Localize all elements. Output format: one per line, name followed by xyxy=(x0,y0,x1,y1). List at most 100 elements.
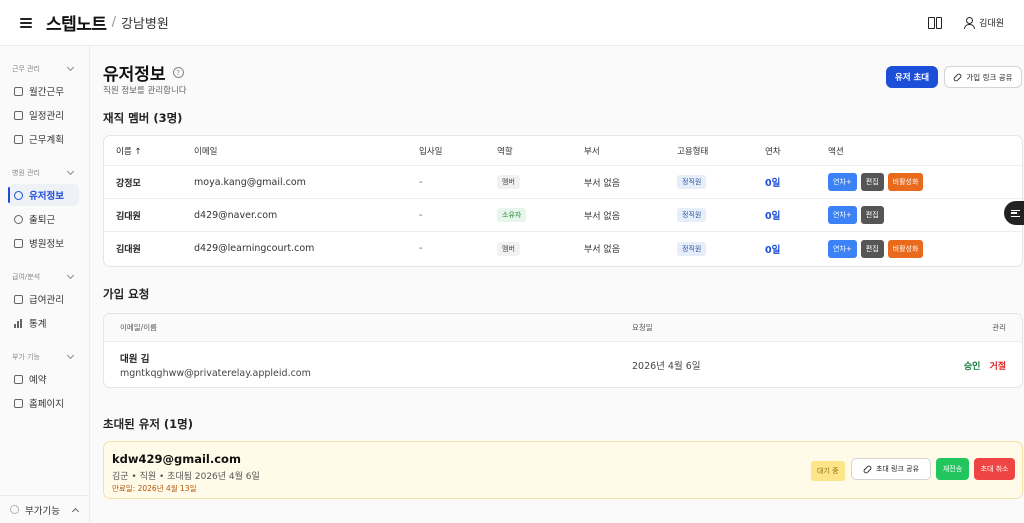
chevron-down-icon xyxy=(66,63,75,72)
table-row: 강정모 moya.kang@gmail.com - 멤버 부서 없음 정직원 0… xyxy=(104,166,1022,199)
help-icon[interactable]: ? xyxy=(172,67,184,78)
deactivate-button[interactable]: 비활성화 xyxy=(887,239,924,258)
add-leave-button[interactable]: 연차+ xyxy=(828,239,857,258)
invited-users-title: 초대된 유저 (1명) xyxy=(103,417,194,431)
share-invite-link-button[interactable]: 초대 링크 공유 xyxy=(851,458,931,480)
link-icon xyxy=(862,464,873,474)
member-join-date: - xyxy=(419,209,423,221)
sidebar-item-plan[interactable]: 근무계획 xyxy=(8,128,79,150)
sidebar-item-homepage[interactable]: 홈페이지 xyxy=(8,392,79,414)
member-dept: 부서 없음 xyxy=(584,178,620,189)
table-row: 대원 김 mgntkqghww@privaterelay.appleid.com… xyxy=(104,342,1022,387)
table-row: 김대원 d429@naver.com - 소유자 부서 없음 정직원 0일 연차… xyxy=(104,199,1022,232)
page-subtitle: 직원 정보를 관리합니다 xyxy=(103,86,187,96)
member-name: 강정모 xyxy=(116,178,141,189)
calendar-clock-icon xyxy=(14,374,23,384)
member-join-date: - xyxy=(419,243,423,254)
column-role: 역할 xyxy=(497,146,513,157)
link-icon xyxy=(952,72,963,82)
sidebar-extra-toggle[interactable]: 부가기능 xyxy=(0,495,90,523)
calendar-icon xyxy=(14,86,23,96)
edit-button[interactable]: 편집 xyxy=(860,206,884,224)
column-employment: 고용형태 xyxy=(677,146,709,157)
invited-user-card: kdw429@gmail.com 김군 • 직원 • 초대됨 2026년 4월 … xyxy=(103,441,1023,499)
invited-expiry: 만료일: 2026년 4월 13일 xyxy=(112,484,197,493)
members-table: 이름 ↑ 이메일 입사일 역할 부서 고용형태 연차 액션 강정모 moya.k… xyxy=(103,135,1023,267)
top-bar: 스텝노트 / 강남병원 김대원 xyxy=(0,0,1024,46)
employment-badge: 정직원 xyxy=(677,241,707,256)
reject-button[interactable]: 거절 xyxy=(989,359,1006,372)
add-leave-button[interactable]: 연차+ xyxy=(828,206,857,224)
gear-icon xyxy=(10,505,19,514)
sidebar-group-hospital[interactable]: 병원 관리 xyxy=(0,152,89,182)
sidebar-item-hospital-info[interactable]: 병원정보 xyxy=(8,232,79,254)
add-leave-button[interactable]: 연차+ xyxy=(828,173,857,191)
table-row: 김대원 d429@learningcourt.com - 멤버 부서 없음 정직… xyxy=(104,232,1022,265)
sidebar-group-work[interactable]: 근무 관리 xyxy=(0,46,89,78)
breadcrumb-hospital[interactable]: 강남병원 xyxy=(121,13,169,32)
bar-chart-icon xyxy=(14,318,23,328)
invite-user-button[interactable]: 유저 초대 xyxy=(886,66,938,88)
leave-value: 0일 xyxy=(765,211,781,222)
users-icon xyxy=(14,190,23,200)
join-requests-table: 이메일/이름 요청일 관리 대원 김 mgntkqghww@privaterel… xyxy=(103,313,1023,388)
sidebar-item-monthly[interactable]: 월간근무 xyxy=(8,80,79,102)
member-join-date: - xyxy=(419,176,423,188)
sidebar-item-users[interactable]: 유저정보 xyxy=(8,184,79,206)
column-manage: 관리 xyxy=(992,323,1006,332)
approve-button[interactable]: 승인 xyxy=(964,359,981,372)
sidebar-item-payroll[interactable]: 급여관리 xyxy=(8,288,79,310)
role-badge: 멤버 xyxy=(497,241,520,256)
edit-button[interactable]: 편집 xyxy=(860,173,884,191)
floating-settings-button[interactable] xyxy=(1004,201,1024,225)
sidebar-item-attendance[interactable]: 출퇴근 xyxy=(8,208,79,230)
chevron-down-icon xyxy=(66,167,75,176)
column-dept: 부서 xyxy=(584,146,600,157)
invited-email: kdw429@gmail.com xyxy=(112,452,241,466)
layout-icon xyxy=(14,398,23,408)
brand-logo[interactable]: 스텝노트 xyxy=(46,10,107,35)
column-actions: 액션 xyxy=(828,146,844,157)
sidebar: 근무 관리 월간근무 일정관리 근무계획 병원 관리 유저정보 출퇴근 병원정보… xyxy=(0,46,90,523)
member-email: moya.kang@gmail.com xyxy=(194,176,306,188)
sidebar-item-reservation[interactable]: 예약 xyxy=(8,368,79,390)
user-icon xyxy=(964,17,976,29)
edit-button[interactable]: 편집 xyxy=(860,239,884,258)
resend-button[interactable]: 재전송 xyxy=(936,458,969,480)
role-badge: 멤버 xyxy=(497,175,520,189)
members-section-title: 재직 멤버 (3명) xyxy=(103,111,183,125)
join-requests-title: 가입 요청 xyxy=(103,287,150,301)
book-icon[interactable] xyxy=(928,16,943,29)
sidebar-item-stats[interactable]: 통계 xyxy=(8,312,79,334)
member-dept: 부서 없음 xyxy=(584,211,620,222)
sidebar-group-payroll[interactable]: 급여/분석 xyxy=(0,256,89,286)
member-email: d429@learningcourt.com xyxy=(194,243,315,254)
column-name-sort[interactable]: 이름 ↑ xyxy=(104,145,194,157)
column-request-date: 요청일 xyxy=(632,323,653,332)
chevron-down-icon xyxy=(66,271,75,280)
column-leave: 연차 xyxy=(765,146,781,157)
sidebar-group-extra[interactable]: 부가 기능 xyxy=(0,336,89,366)
invited-meta: 김군 • 직원 • 초대됨 2026년 4월 6일 xyxy=(112,472,260,482)
cancel-invite-button[interactable]: 초대 취소 xyxy=(974,458,1015,480)
user-menu-button[interactable]: 김대원 xyxy=(964,16,1004,29)
member-name: 김대원 xyxy=(116,211,141,222)
members-table-header: 이름 ↑ 이메일 입사일 역할 부서 고용형태 연차 액션 xyxy=(104,136,1022,166)
calendar-edit-icon xyxy=(14,110,23,120)
member-email: d429@naver.com xyxy=(194,209,278,221)
column-email-name: 이메일/이름 xyxy=(120,323,158,332)
user-name: 김대원 xyxy=(979,19,1004,29)
request-name: 대원 김 xyxy=(120,354,150,365)
column-join-date: 입사일 xyxy=(419,146,443,157)
request-email: mgntkqghww@privaterelay.appleid.com xyxy=(120,368,311,379)
request-date: 2026년 4월 6일 xyxy=(632,361,701,372)
share-signup-link-button[interactable]: 가입 링크 공유 xyxy=(944,66,1022,88)
member-name: 김대원 xyxy=(116,245,141,255)
column-email: 이메일 xyxy=(194,146,218,157)
chevron-up-icon xyxy=(71,507,80,515)
menu-icon[interactable] xyxy=(20,17,32,28)
clock-icon xyxy=(14,214,23,224)
deactivate-button[interactable]: 비활성화 xyxy=(887,173,924,191)
sidebar-item-schedule[interactable]: 일정관리 xyxy=(8,104,79,126)
building-icon xyxy=(14,238,23,248)
